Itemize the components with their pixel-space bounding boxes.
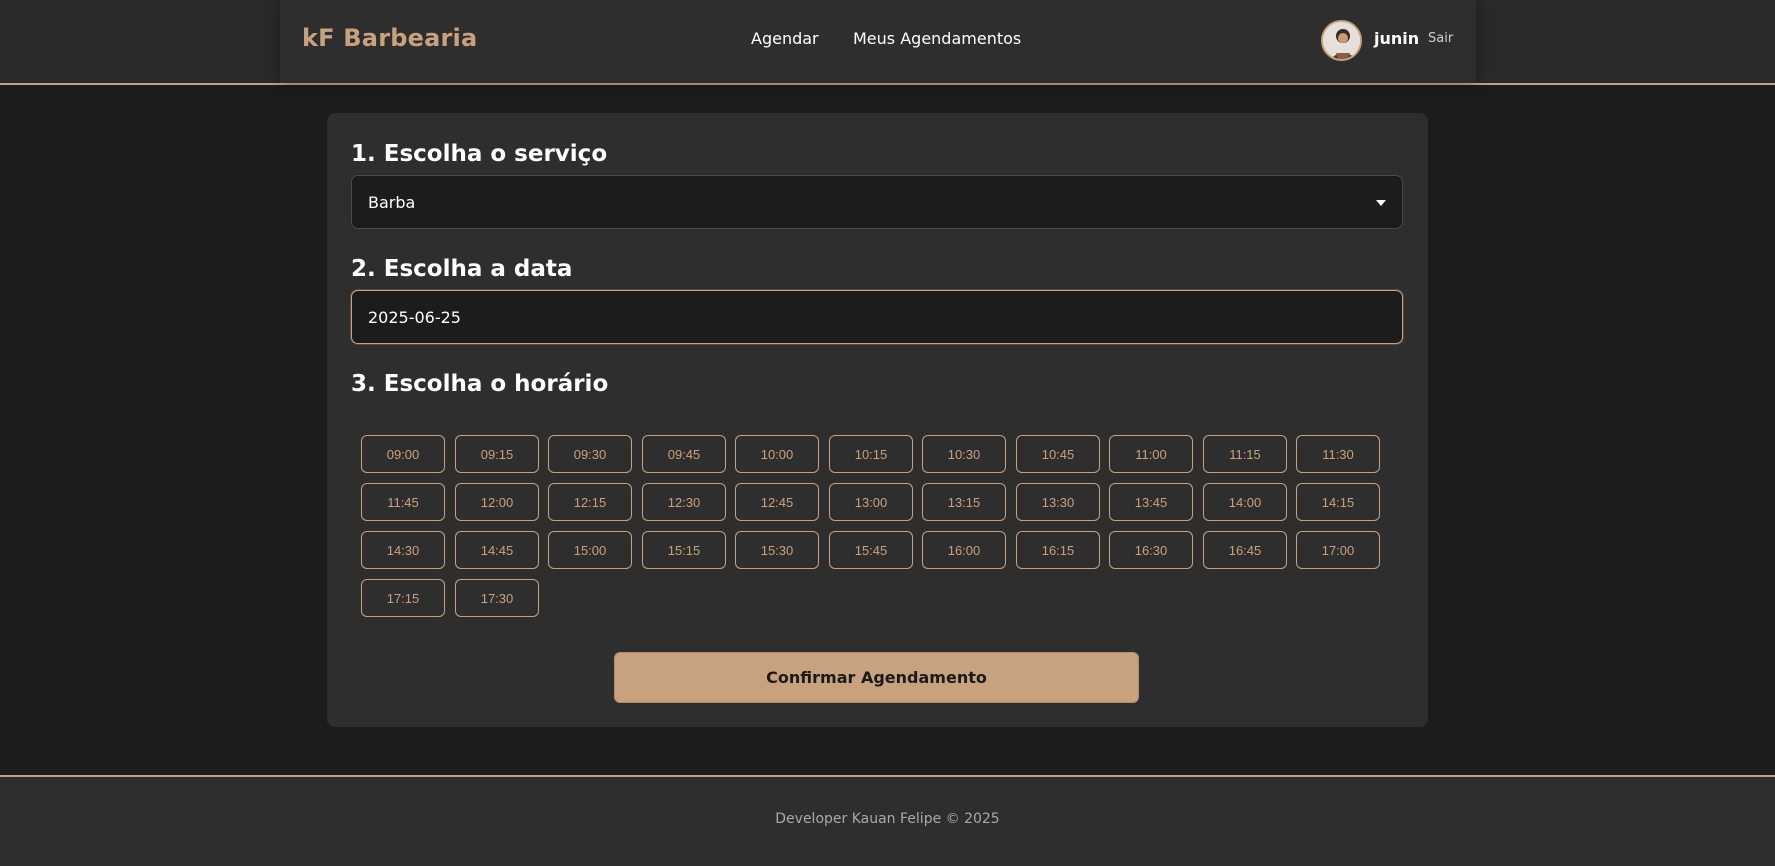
time-slot-button[interactable]: 09:45	[642, 435, 726, 473]
booking-card: 1. Escolha o serviço Barba 2. Escolha a …	[327, 113, 1428, 727]
date-input-value: 2025-06-25	[368, 308, 461, 327]
time-slot-button[interactable]: 13:15	[922, 483, 1006, 521]
nav-meus-agendamentos[interactable]: Meus Agendamentos	[853, 29, 1021, 48]
time-slot-button[interactable]: 16:45	[1203, 531, 1287, 569]
date-input[interactable]: 2025-06-25	[351, 290, 1403, 344]
footer: Developer Kauan Felipe © 2025	[0, 775, 1775, 866]
step-service-title: 1. Escolha o serviço	[351, 141, 608, 167]
time-slot-button[interactable]: 13:45	[1109, 483, 1193, 521]
time-slot-button[interactable]: 14:45	[455, 531, 539, 569]
time-slot-button[interactable]: 11:00	[1109, 435, 1193, 473]
time-slot-button[interactable]: 13:00	[829, 483, 913, 521]
user-name: junin	[1374, 29, 1420, 48]
nav-agendar[interactable]: Agendar	[751, 29, 819, 48]
time-slot-button[interactable]: 15:00	[548, 531, 632, 569]
brand-logo[interactable]: kF Barbearia	[302, 24, 477, 52]
navbar: kF Barbearia Agendar Meus Agendamentos j…	[280, 0, 1476, 83]
time-slot-button[interactable]: 12:00	[455, 483, 539, 521]
time-slot-button[interactable]: 16:15	[1016, 531, 1100, 569]
time-slot-button[interactable]: 10:15	[829, 435, 913, 473]
time-slot-button[interactable]: 09:00	[361, 435, 445, 473]
time-slot-button[interactable]: 13:30	[1016, 483, 1100, 521]
time-slot-button[interactable]: 11:45	[361, 483, 445, 521]
time-slot-button[interactable]: 12:45	[735, 483, 819, 521]
service-select[interactable]: Barba	[351, 175, 1403, 229]
time-slot-button[interactable]: 17:30	[455, 579, 539, 617]
time-slot-button[interactable]: 16:30	[1109, 531, 1193, 569]
time-slot-button[interactable]: 14:15	[1296, 483, 1380, 521]
avatar	[1321, 20, 1362, 61]
step-date-title: 2. Escolha a data	[351, 256, 573, 282]
time-slot-button[interactable]: 14:30	[361, 531, 445, 569]
step-time-title: 3. Escolha o horário	[351, 371, 609, 397]
time-slot-button[interactable]: 17:00	[1296, 531, 1380, 569]
time-slot-button[interactable]: 16:00	[922, 531, 1006, 569]
time-slot-button[interactable]: 11:15	[1203, 435, 1287, 473]
time-slot-button[interactable]: 09:30	[548, 435, 632, 473]
time-slot-button[interactable]: 14:00	[1203, 483, 1287, 521]
confirm-booking-button[interactable]: Confirmar Agendamento	[614, 652, 1139, 703]
time-slot-button[interactable]: 09:15	[455, 435, 539, 473]
footer-credit: Developer Kauan Felipe © 2025	[775, 811, 1000, 827]
time-slot-button[interactable]: 12:30	[642, 483, 726, 521]
time-slot-button[interactable]: 15:30	[735, 531, 819, 569]
service-select-value: Barba	[368, 193, 416, 212]
logout-button[interactable]: Sair	[1428, 31, 1453, 46]
chevron-down-icon	[1376, 200, 1386, 206]
user-avatar-icon	[1323, 22, 1360, 59]
time-slot-button[interactable]: 10:00	[735, 435, 819, 473]
header-bar: kF Barbearia Agendar Meus Agendamentos j…	[0, 0, 1775, 85]
time-slot-button[interactable]: 15:15	[642, 531, 726, 569]
time-slot-button[interactable]: 12:15	[548, 483, 632, 521]
time-slot-button[interactable]: 11:30	[1296, 435, 1380, 473]
time-slot-button[interactable]: 15:45	[829, 531, 913, 569]
time-slot-button[interactable]: 17:15	[361, 579, 445, 617]
time-slot-button[interactable]: 10:45	[1016, 435, 1100, 473]
time-slot-button[interactable]: 10:30	[922, 435, 1006, 473]
